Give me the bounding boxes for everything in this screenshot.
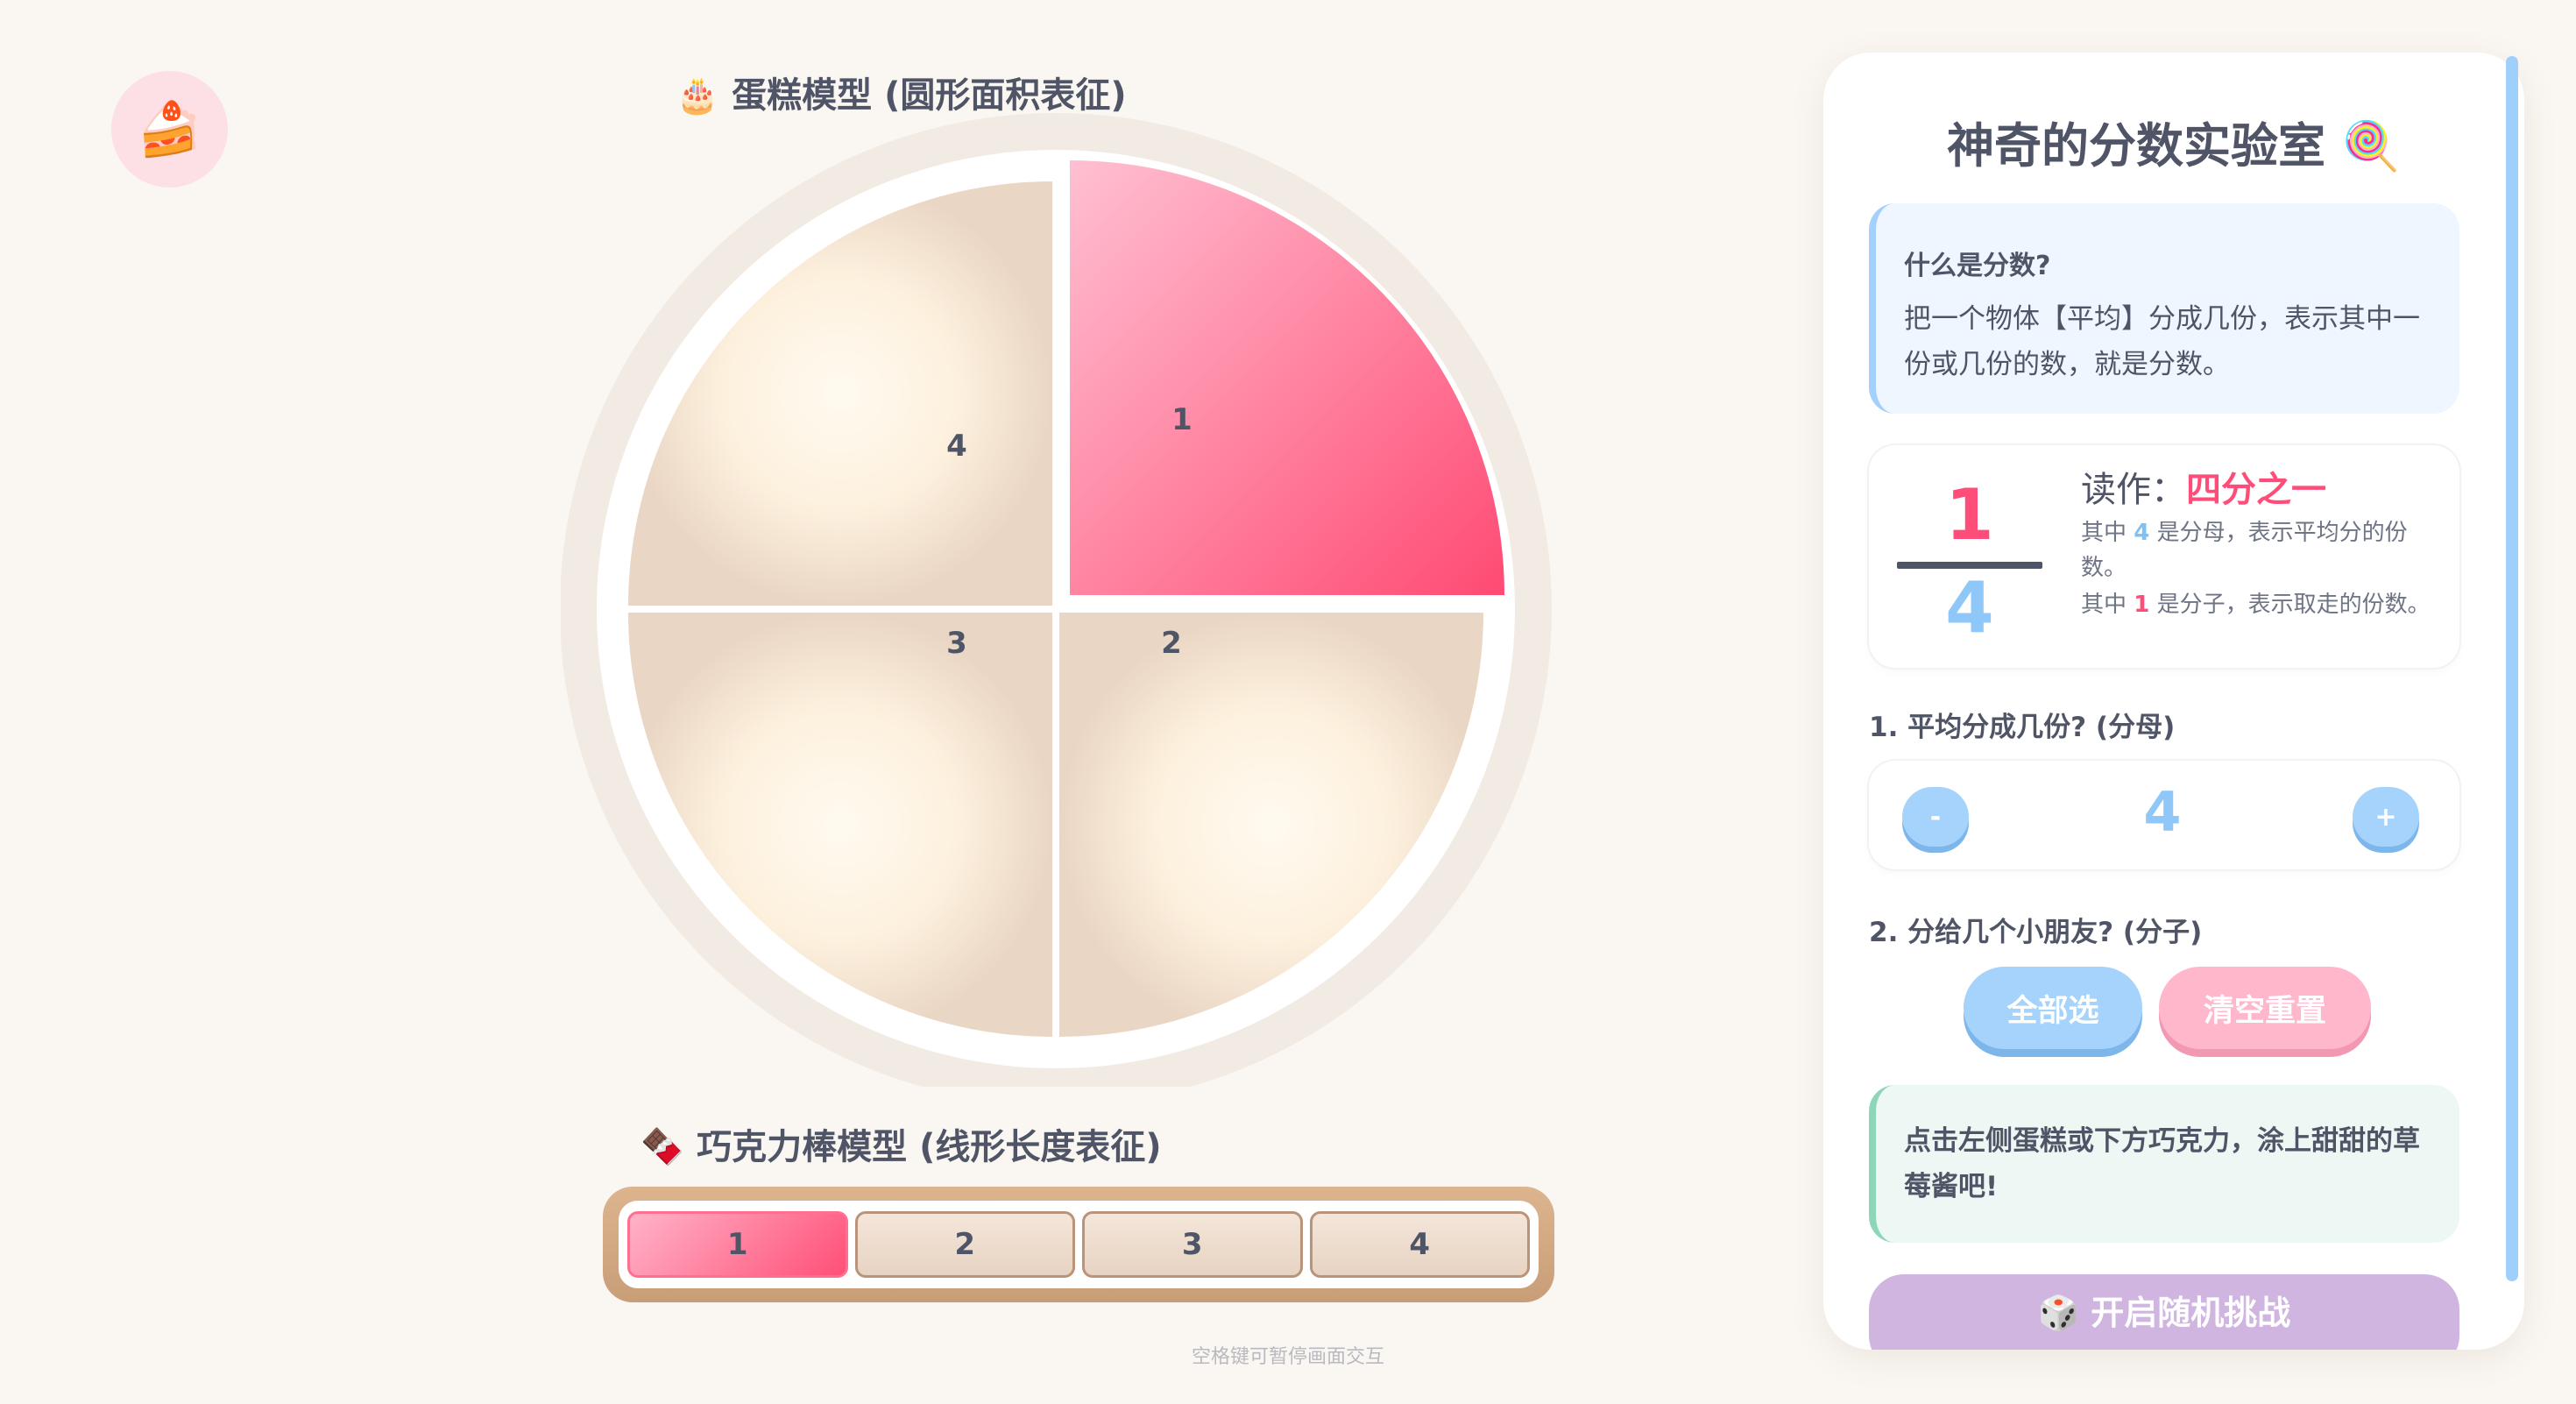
panel-scrollbar[interactable] — [2506, 56, 2518, 1281]
cake-piece-4[interactable] — [628, 181, 1052, 606]
cake-piece-1[interactable] — [1070, 160, 1504, 595]
fraction-denominator: 4 — [1945, 567, 1994, 649]
cake-piece-label-2: 2 — [1161, 626, 1182, 661]
numerator-explanation: 其中 1 是分子，表示取走的份数。 — [2081, 592, 2431, 618]
chocolate-piece-2[interactable]: 2 — [854, 1211, 1075, 1278]
cake-piece-label-3: 3 — [946, 626, 967, 661]
chocolate-bar: 1234 — [603, 1187, 1554, 1302]
fraction-card: 1 4 读作：四分之一 其中 4 是分母，表示平均分的份数。 其中 1 是分子，… — [1869, 445, 2459, 668]
definition-answer: 把一个物体【平均】分成几份，表示其中一份或几份的数，就是分数。 — [1904, 303, 2420, 380]
chocolate-piece-4[interactable]: 4 — [1309, 1211, 1530, 1278]
numerator-question: 2. 分给几个小朋友? (分子) — [1869, 917, 2203, 948]
fraction-reading-value: 四分之一 — [2186, 470, 2326, 510]
panel-title: 神奇的分数实验室 🍭 — [1946, 118, 2402, 174]
cake-piece-2[interactable] — [1059, 613, 1483, 1037]
cake-piece-3[interactable] — [628, 613, 1052, 1037]
random-challenge-button[interactable]: 🎲 开启随机挑战 — [1869, 1274, 2459, 1350]
select-all-button[interactable]: 全部选 — [1964, 967, 2142, 1049]
denominator-explanation: 其中 4 是分母，表示平均分的份数。 — [2081, 520, 2408, 581]
fraction-numerator: 1 — [1945, 474, 1994, 556]
cake-plate — [597, 150, 1515, 1068]
chocolate-bar-inner: 1234 — [619, 1201, 1539, 1288]
definition-question: 什么是分数? — [1904, 251, 2051, 281]
decrement-button[interactable]: - — [1902, 787, 1969, 847]
control-panel: 神奇的分数实验室 🍭 什么是分数? 把一个物体【平均】分成几份，表示其中一份或几… — [1823, 53, 2524, 1350]
denominator-question: 1. 平均分成几份? (分母) — [1869, 712, 2176, 743]
fraction-reading: 读作：四分之一 — [2081, 470, 2326, 510]
cake-model: 1 2 3 4 — [561, 113, 1552, 1087]
cake-piece-label-1: 1 — [1171, 402, 1192, 437]
chocolate-piece-1[interactable]: 1 — [627, 1211, 848, 1278]
chocolate-model-title: 🍫 巧克力棒模型 (线形长度表征) — [640, 1127, 1162, 1167]
cake-piece-label-4: 4 — [946, 429, 967, 464]
chocolate-icon: 🍫 — [640, 1127, 685, 1167]
increment-button[interactable]: + — [2353, 787, 2419, 847]
instruction-tip: 点击左侧蛋糕或下方巧克力，涂上甜甜的草莓酱吧! — [1869, 1085, 2459, 1243]
definition-card: 什么是分数? 把一个物体【平均】分成几份，表示其中一份或几份的数，就是分数。 — [1869, 203, 2459, 414]
denominator-stepper: - 4 + — [1869, 761, 2459, 869]
clear-reset-button[interactable]: 清空重置 — [2159, 967, 2371, 1049]
chocolate-piece-3[interactable]: 3 — [1082, 1211, 1303, 1278]
denominator-value: 4 — [2143, 780, 2182, 844]
